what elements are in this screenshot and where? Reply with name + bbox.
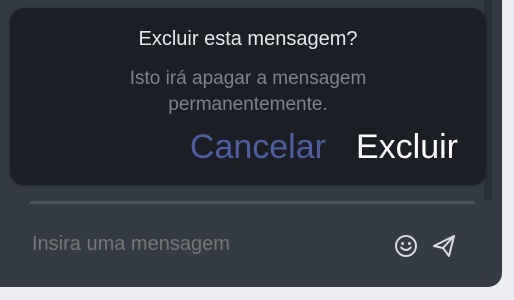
composer-divider — [30, 201, 475, 204]
message-composer — [30, 226, 470, 266]
chat-window: Excluir esta mensagem? Isto irá apagar a… — [0, 0, 502, 287]
dialog-message: Isto irá apagar a mensagem permanentemen… — [129, 68, 367, 115]
delete-button[interactable]: Excluir — [356, 128, 458, 167]
cancel-button[interactable]: Cancelar — [190, 128, 326, 167]
delete-message-dialog: Excluir esta mensagem? Isto irá apagar a… — [10, 8, 486, 185]
dialog-actions: Cancelar Excluir — [190, 128, 458, 167]
send-icon[interactable] — [430, 232, 458, 260]
emoji-icon[interactable] — [394, 234, 418, 258]
dialog-title: Excluir esta mensagem? — [138, 28, 358, 50]
message-input[interactable] — [30, 232, 374, 257]
